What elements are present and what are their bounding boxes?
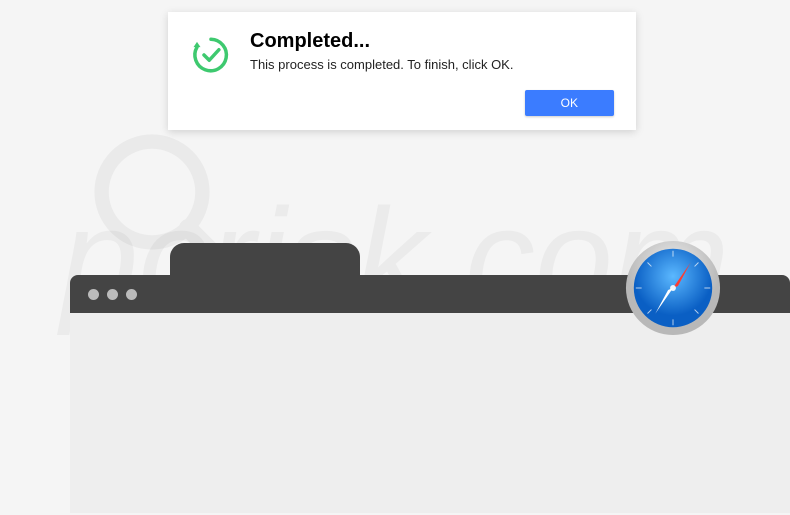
- ok-button[interactable]: OK: [525, 90, 614, 116]
- window-close-button[interactable]: [88, 289, 99, 300]
- window-minimize-button[interactable]: [107, 289, 118, 300]
- safari-compass-icon: [624, 239, 722, 337]
- completion-dialog: Completed... This process is completed. …: [168, 12, 636, 130]
- browser-content-area: [70, 313, 790, 513]
- window-controls: [88, 289, 137, 300]
- window-maximize-button[interactable]: [126, 289, 137, 300]
- dialog-title: Completed...: [250, 30, 614, 53]
- browser-tab[interactable]: [170, 243, 360, 275]
- dialog-message: This process is completed. To finish, cl…: [250, 57, 614, 72]
- checkmark-sync-icon: [190, 34, 232, 76]
